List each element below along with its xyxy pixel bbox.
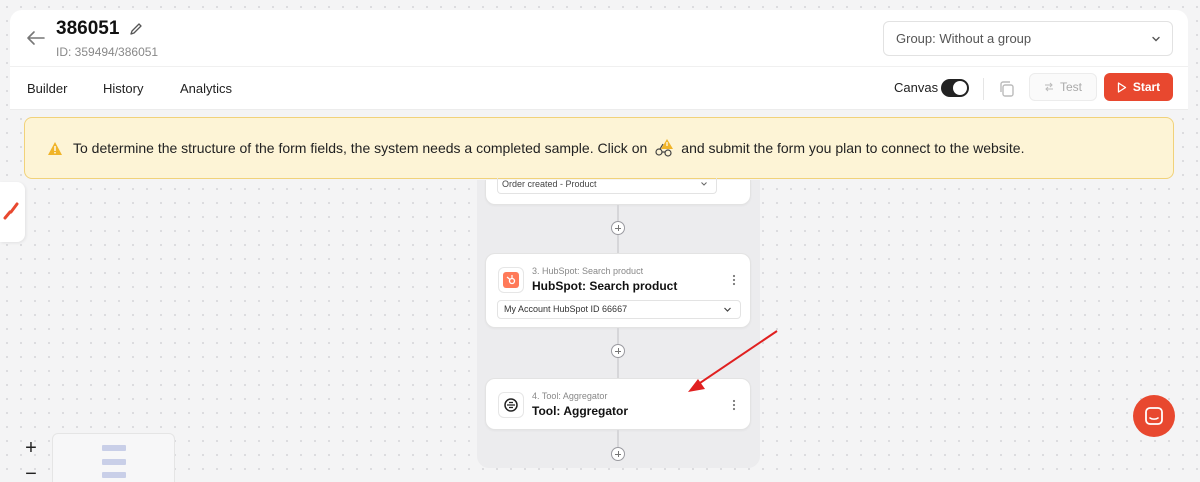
connector-line: [617, 430, 619, 448]
toggle-knob: [953, 81, 967, 95]
brand-logo-icon: [3, 202, 19, 220]
account-select[interactable]: My Account HubSpot ID 66667: [497, 300, 741, 319]
group-select-value: Group: Without a group: [896, 31, 1032, 46]
play-icon: [1117, 81, 1126, 93]
hubspot-icon: [503, 272, 519, 288]
copy-icon[interactable]: [998, 80, 1016, 98]
step-title: HubSpot: Search product: [532, 279, 678, 293]
scenario-id: ID: 359494/386051: [56, 45, 159, 59]
more-options-icon[interactable]: [732, 274, 736, 286]
tab-builder[interactable]: Builder: [27, 81, 67, 96]
step-card-hubspot[interactable]: 3. HubSpot: Search product HubSpot: Sear…: [485, 253, 751, 328]
trigger-event-value: Order created - Product: [502, 179, 597, 189]
chevron-down-icon: [1152, 36, 1160, 42]
test-button[interactable]: Test: [1029, 73, 1097, 101]
chevron-down-icon: [724, 307, 731, 312]
minimap-node: [102, 459, 126, 465]
webhook-warning-icon: [655, 139, 674, 157]
step-subtitle: 4. Tool: Aggregator: [532, 391, 608, 401]
warning-banner: To determine the structure of the form f…: [24, 117, 1174, 179]
canvas-toggle[interactable]: [941, 79, 969, 97]
hubspot-app-icon: [498, 267, 524, 293]
toolbar-separator: [983, 78, 984, 100]
canvas-label: Canvas: [894, 80, 939, 95]
minimap-node: [102, 445, 126, 451]
warning-text-before: To determine the structure of the form f…: [73, 140, 648, 156]
pencil-icon[interactable]: [129, 22, 143, 36]
aggregator-icon: [504, 398, 518, 412]
header: 386051 ID: 359494/386051 Group: Without …: [10, 10, 1188, 110]
add-step-button[interactable]: [611, 344, 625, 358]
warning-icon: [48, 141, 62, 155]
account-select-value: My Account HubSpot ID 66667: [504, 304, 628, 314]
step-subtitle: 3. HubSpot: Search product: [532, 266, 644, 276]
zoom-out-button[interactable]: −: [16, 462, 46, 482]
test-button-label: Test: [1059, 80, 1082, 94]
step-title: Tool: Aggregator: [532, 404, 628, 418]
annotation-arrow-icon: [688, 330, 778, 392]
start-button-label: Start: [1132, 80, 1161, 94]
minimap-node: [102, 472, 126, 478]
swap-icon: [1044, 82, 1053, 92]
start-button[interactable]: Start: [1104, 73, 1173, 101]
add-step-button[interactable]: [611, 447, 625, 461]
trigger-event-select[interactable]: Order created - Product: [497, 178, 717, 194]
more-options-icon[interactable]: [732, 399, 736, 411]
side-panel-toggle[interactable]: [0, 182, 25, 242]
zoom-in-button[interactable]: +: [16, 436, 46, 460]
tab-history[interactable]: History: [103, 81, 143, 96]
chat-icon: [1145, 407, 1163, 425]
add-step-button[interactable]: [611, 221, 625, 235]
aggregator-app-icon: [498, 392, 524, 418]
tab-analytics[interactable]: Analytics: [180, 81, 232, 96]
header-divider: [10, 66, 1188, 67]
group-select[interactable]: Group: Without a group: [883, 21, 1173, 56]
back-arrow-icon[interactable]: [26, 30, 46, 46]
warning-text-after: and submit the form you plan to connect …: [681, 140, 1025, 156]
step-card-trigger[interactable]: Order created - Product: [485, 178, 751, 205]
chat-button[interactable]: [1133, 395, 1175, 437]
chevron-down-icon: [701, 182, 707, 186]
minimap[interactable]: [52, 433, 175, 482]
page-title: 386051: [56, 18, 120, 39]
